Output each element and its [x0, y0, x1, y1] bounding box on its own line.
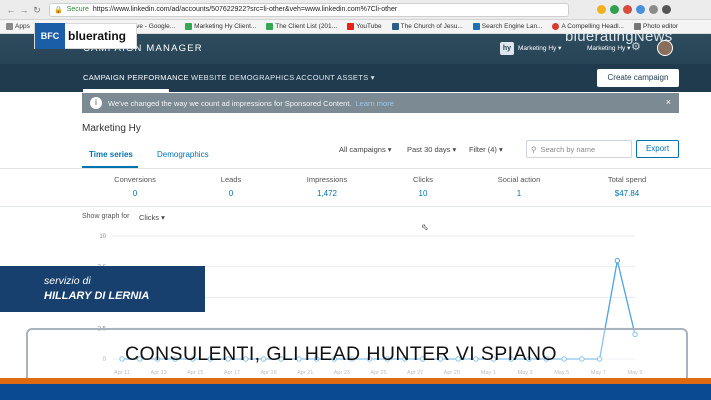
forward-arrow-icon[interactable]: →	[19, 5, 29, 15]
metric-label: Impressions	[306, 175, 348, 184]
account-logo: hy	[500, 42, 514, 55]
info-icon: i	[90, 97, 102, 109]
star-icon[interactable]	[597, 5, 606, 14]
metric-value: 0	[228, 189, 234, 198]
notice-banner: i We've changed the way we count ad impr…	[82, 93, 679, 113]
account-name: Marketing Hy	[82, 123, 141, 134]
lock-icon: 🔒	[54, 6, 63, 14]
address-bar[interactable]: 🔒 Secure https://www.linkedin.com/ad/acc…	[49, 2, 569, 17]
extension-blue-icon[interactable]	[636, 5, 645, 14]
metric-leads[interactable]: Leads 0	[186, 175, 276, 198]
reload-icon[interactable]: ↻	[32, 5, 42, 15]
metric-label: Conversions	[114, 175, 156, 184]
divider	[0, 168, 711, 169]
menu-icon[interactable]	[662, 5, 671, 14]
search-icon: ⚲	[531, 144, 537, 154]
bookmark-client-list[interactable]: The Client List (201...	[266, 23, 337, 30]
metric-conversions[interactable]: Conversions 0	[90, 175, 180, 198]
tab-campaign-performance[interactable]: CAMPAIGN PERFORMANCE	[83, 73, 189, 82]
target-icon	[552, 23, 560, 30]
metric-label: Leads	[220, 175, 242, 184]
tab-account-assets[interactable]: ACCOUNT ASSETS ▾	[296, 73, 375, 82]
show-graph-label: Show graph for	[82, 213, 130, 220]
credit-line: servizio di	[44, 275, 91, 287]
logo-text: bluerating	[68, 29, 127, 43]
active-tab-indicator	[83, 89, 169, 92]
credit-lower-third: servizio di HILLARY DI LERNIA	[0, 266, 205, 312]
youtube-icon	[347, 23, 355, 30]
back-arrow-icon[interactable]: ←	[6, 5, 16, 15]
broadcast-bottom-bar	[0, 378, 711, 400]
metric-value: 1	[516, 189, 522, 198]
browser-toolbar: ← → ↻ 🔒 Secure https://www.linkedin.com/…	[0, 0, 711, 20]
tab-demographics[interactable]: Demographics	[157, 150, 209, 159]
extension-gray-icon[interactable]	[649, 5, 658, 14]
extension-red-icon[interactable]	[623, 5, 632, 14]
sheet-icon	[185, 23, 193, 30]
campaigns-dropdown[interactable]: All campaigns ▾	[339, 145, 392, 154]
bookmark-search-engine[interactable]: Search Engine Lan...	[472, 23, 542, 30]
metric-label: Social action	[497, 175, 541, 184]
gear-icon	[472, 23, 480, 30]
metric-value: 0	[132, 189, 138, 198]
data-point[interactable]	[614, 257, 621, 264]
bookmark-marketing[interactable]: Marketing Hy Client...	[185, 23, 256, 30]
metric-value: 10	[418, 189, 428, 198]
mouse-cursor-icon: ⬁	[421, 222, 429, 232]
graph-metric-dropdown[interactable]: Clicks ▾	[139, 213, 165, 222]
bookmark-church[interactable]: The Church of Jesu...	[391, 23, 463, 30]
metric-social-action[interactable]: Social action 1	[474, 175, 564, 198]
reporter-name: HILLARY DI LERNIA	[44, 290, 150, 302]
screen: ← → ↻ 🔒 Secure https://www.linkedin.com/…	[0, 0, 711, 400]
period-dropdown[interactable]: Past 30 days ▾	[407, 145, 456, 154]
bluerating-logo: BFC bluerating	[34, 23, 137, 49]
url-text: https://www.linkedin.com/ad/accounts/507…	[92, 6, 398, 13]
filter-dropdown[interactable]: Filter (4) ▾	[469, 145, 503, 154]
metric-value: $47.84	[614, 189, 640, 198]
bookmark-apps[interactable]: Apps	[6, 23, 30, 30]
user-menu[interactable]: Marketing Hy ▾	[587, 44, 630, 52]
church-icon	[391, 23, 399, 30]
metric-label: Clicks	[413, 175, 433, 184]
metric-value: 1,472	[316, 189, 338, 198]
create-campaign-button[interactable]: Create campaign	[597, 69, 679, 87]
logo-mark: BFC	[35, 23, 65, 49]
export-button[interactable]: Export	[636, 140, 679, 158]
tab-website-demographics[interactable]: WEBSITE DEMOGRAPHICS	[191, 73, 295, 82]
account-switcher[interactable]: Marketing Hy ▾	[518, 44, 561, 52]
extension-icons	[597, 5, 671, 14]
headline-text: CONSULENTI, GLI HEAD HUNTER VI SPIANO	[125, 343, 557, 365]
close-icon[interactable]: ×	[666, 97, 671, 107]
secure-label: Secure	[66, 6, 89, 13]
bookmark-youtube[interactable]: YouTube	[347, 23, 382, 30]
search-field[interactable]: ⚲ Search by name	[526, 140, 632, 158]
metric-impressions[interactable]: Impressions 1,472	[282, 175, 372, 198]
sheet-icon	[266, 23, 274, 30]
learn-more-link[interactable]: Learn more	[356, 99, 394, 108]
divider	[0, 206, 711, 207]
news-wordmark: blueratingNews	[565, 28, 673, 45]
y-tick-label: 10	[99, 234, 106, 240]
metric-total-spend[interactable]: Total spend $47.84	[582, 175, 672, 198]
search-placeholder: Search by name	[540, 144, 596, 154]
notice-text: We've changed the way we count ad impres…	[108, 98, 352, 108]
metric-clicks[interactable]: Clicks 10	[378, 175, 468, 198]
apps-icon	[6, 23, 13, 30]
metric-label: Total spend	[607, 175, 647, 184]
extension-green-icon[interactable]	[610, 5, 619, 14]
tab-time-series[interactable]: Time series	[89, 150, 133, 159]
